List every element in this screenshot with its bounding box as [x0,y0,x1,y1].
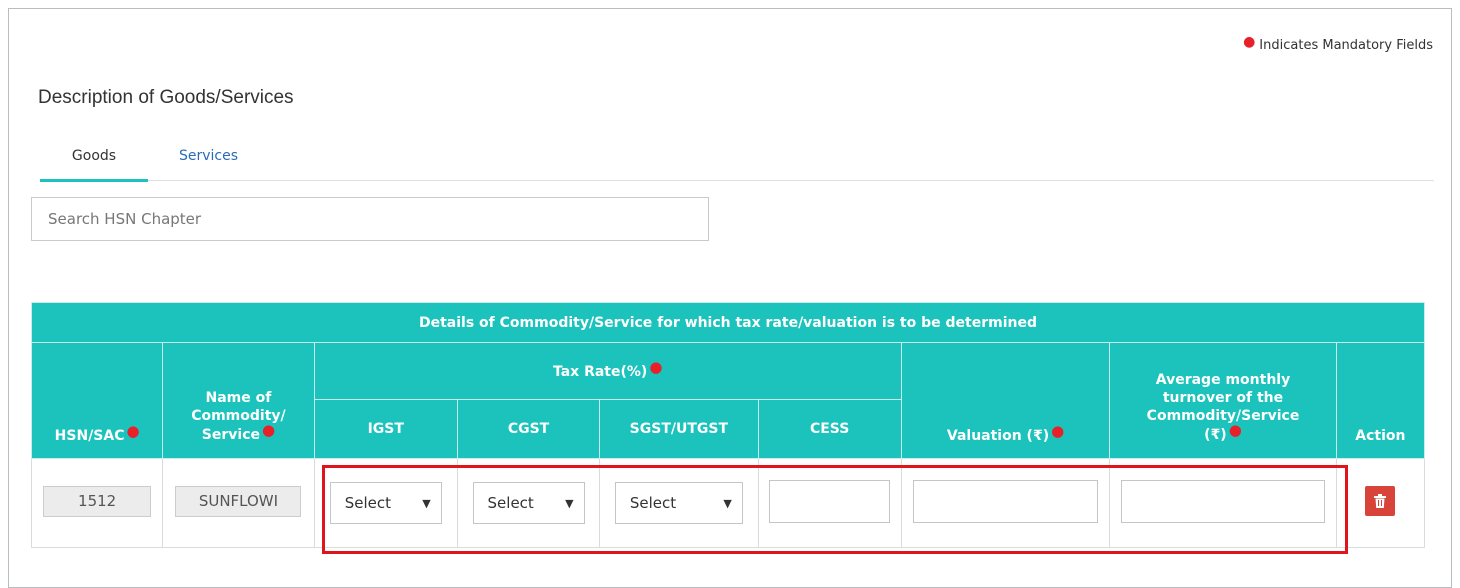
cell-action [1335,458,1426,548]
header-cgst: CGST [456,399,601,459]
tab-goods[interactable]: Goods [40,141,148,182]
cell-sgst: Select ▼ [599,458,759,548]
header-action: Action [1335,342,1426,459]
igst-select[interactable]: Select ▼ [329,482,442,524]
cell-valuation [900,458,1111,548]
igst-select-value: Select [344,494,392,512]
header-hsn: HSN/SAC ● [30,342,164,459]
header-name: Name of Commodity/ Service ● [162,342,315,459]
header-name-line3: Service [201,427,260,443]
section-title: Description of Goods/Services [38,87,294,108]
sgst-select[interactable]: Select ▼ [614,482,743,524]
required-dot-icon: ● [1051,422,1065,440]
cell-turnover [1109,458,1337,548]
header-name-line2: Commodity/ [191,408,286,424]
header-sgst: SGST/UTGST [599,399,759,459]
tab-services[interactable]: Services [179,141,269,181]
cgst-select[interactable]: Select ▼ [472,482,585,524]
header-hsn-text: HSN/SAC [54,428,125,444]
commodity-table: Details of Commodity/Service for which t… [30,302,1426,548]
search-hsn-input[interactable] [31,197,709,241]
cell-igst: Select ▼ [313,458,458,548]
trash-icon [1374,494,1387,508]
dropdown-arrow-icon: ▼ [422,496,431,510]
header-igst: IGST [313,399,458,459]
header-turnover-line3: Commodity/Service [1146,408,1300,424]
cell-name: SUNFLOWI [162,458,315,548]
valuation-input[interactable] [913,479,1099,523]
commodity-name-readonly-field: SUNFLOWI [175,485,302,517]
goods-services-tabs: Goods Services [40,141,1434,182]
required-dot-icon: ● [126,422,140,440]
turnover-input[interactable] [1120,479,1325,523]
cgst-select-value: Select [487,494,534,512]
hsn-readonly-field: 1512 [43,485,152,517]
table-row: 1512 SUNFLOWI Select ▼ Select ▼ Select ▼ [30,458,1426,548]
dropdown-arrow-icon: ▼ [723,496,732,510]
required-dot-icon: ● [1243,34,1256,50]
mandatory-note-text: Indicates Mandatory Fields [1259,38,1433,53]
sgst-select-value: Select [629,494,677,512]
mandatory-note: ● Indicates Mandatory Fields [1243,34,1433,53]
required-dot-icon: ● [1228,421,1242,439]
cell-cgst: Select ▼ [456,458,601,548]
header-cess: CESS [757,399,902,459]
dropdown-arrow-icon: ▼ [565,496,574,510]
header-valuation-text: Valuation (₹) [946,428,1050,444]
cess-input[interactable] [769,479,891,523]
header-name-line1: Name of [205,390,272,406]
cell-cess [757,458,902,548]
header-tax-rate: Tax Rate(%) ● [313,342,902,400]
header-turnover-line4: (₹) [1204,427,1227,443]
header-turnover-line2: turnover of the [1162,390,1284,406]
required-dot-icon: ● [649,358,663,376]
header-turnover: Average monthly turnover of the Commodit… [1109,342,1337,459]
delete-row-button[interactable] [1365,486,1396,516]
required-dot-icon: ● [261,421,276,439]
header-tax-rate-text: Tax Rate(%) [552,364,648,380]
header-valuation: Valuation (₹) ● [900,342,1111,459]
cell-hsn: 1512 [30,458,164,548]
table-caption: Details of Commodity/Service for which t… [31,302,1425,343]
header-turnover-line1: Average monthly [1155,372,1291,388]
